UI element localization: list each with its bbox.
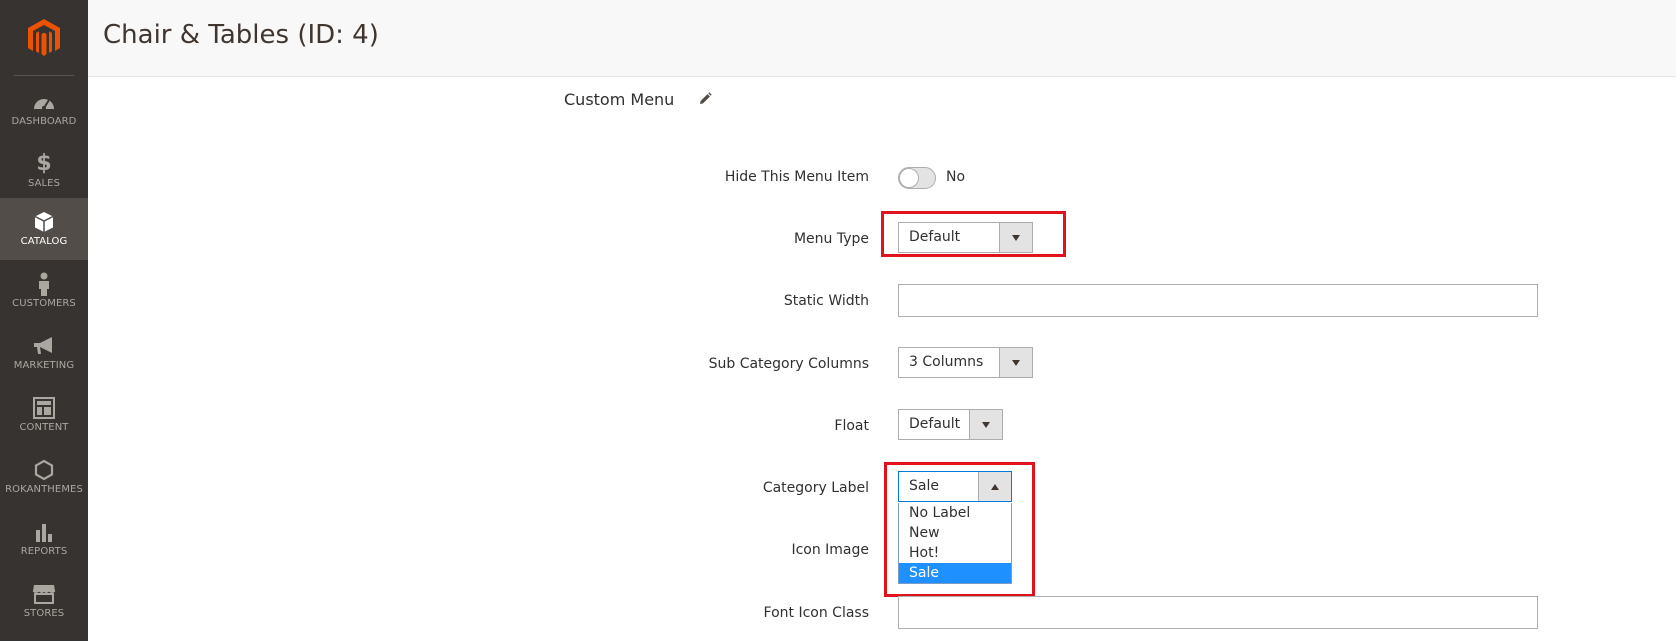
sidebar-item-label: SALES bbox=[27, 178, 61, 189]
static-width-input[interactable] bbox=[898, 284, 1538, 317]
menu-type-label: Menu Type bbox=[793, 231, 869, 247]
dollar-icon: $ bbox=[36, 151, 52, 176]
sidebar-item-label: CONTENT bbox=[19, 422, 69, 433]
sub-category-columns-value: 3 Columns bbox=[909, 354, 984, 370]
admin-sidebar: DASHBOARD $ SALES CATALOG CUSTOMERS MARK… bbox=[0, 0, 88, 641]
option-new[interactable]: New bbox=[899, 523, 1011, 543]
icon-image-label: Icon Image bbox=[791, 542, 869, 558]
category-label-label: Category Label bbox=[762, 480, 869, 496]
sidebar-item-stores[interactable]: STORES bbox=[0, 570, 88, 632]
float-value: Default bbox=[909, 416, 961, 432]
page-title: Chair & Tables (ID: 4) bbox=[103, 20, 379, 50]
font-icon-class-input[interactable] bbox=[898, 596, 1538, 629]
page-header: Chair & Tables (ID: 4) bbox=[88, 0, 1676, 77]
sidebar-item-label: CUSTOMERS bbox=[12, 298, 76, 309]
font-icon-class-label: Font Icon Class bbox=[763, 605, 869, 621]
sidebar-item-catalog[interactable]: CATALOG bbox=[0, 198, 88, 260]
sidebar-item-dashboard[interactable]: DASHBOARD bbox=[0, 78, 88, 140]
chevron-up-icon bbox=[978, 472, 1011, 501]
float-select[interactable]: Default bbox=[898, 409, 1003, 440]
sidebar-item-customers[interactable]: CUSTOMERS bbox=[0, 260, 88, 322]
pencil-icon[interactable] bbox=[698, 92, 712, 111]
sidebar-item-label: STORES bbox=[23, 608, 65, 619]
sidebar-item-label: ROKANTHEMES bbox=[5, 484, 83, 495]
bar-chart-icon bbox=[34, 521, 54, 543]
sidebar-item-reports[interactable]: REPORTS bbox=[0, 508, 88, 570]
category-label-options-list: No Label New Hot! Sale bbox=[898, 503, 1012, 584]
hexagon-icon bbox=[34, 459, 54, 481]
hide-menu-item-toggle[interactable] bbox=[898, 167, 936, 189]
sidebar-item-rokanthemes[interactable]: ROKANTHEMES bbox=[0, 446, 88, 508]
static-width-label: Static Width bbox=[783, 293, 869, 309]
option-hot[interactable]: Hot! bbox=[899, 543, 1011, 563]
magento-logo-icon bbox=[28, 19, 60, 56]
category-label-select[interactable]: Sale bbox=[898, 471, 1012, 502]
box-icon bbox=[34, 211, 54, 233]
sidebar-item-label: REPORTS bbox=[20, 546, 68, 557]
hide-menu-item-value: No bbox=[946, 169, 966, 185]
megaphone-icon bbox=[32, 335, 56, 357]
hide-menu-item-label: Hide This Menu Item bbox=[724, 169, 869, 185]
float-label: Float bbox=[834, 418, 869, 434]
sub-category-columns-select[interactable]: 3 Columns bbox=[898, 347, 1033, 378]
sidebar-item-sales[interactable]: $ SALES bbox=[0, 140, 88, 202]
section-title: Custom Menu bbox=[564, 90, 675, 109]
toggle-knob bbox=[899, 168, 919, 188]
dashboard-icon bbox=[32, 91, 56, 113]
sub-category-columns-label: Sub Category Columns bbox=[708, 356, 869, 372]
sidebar-item-label: CATALOG bbox=[20, 236, 68, 247]
logo-divider bbox=[14, 75, 74, 76]
chevron-down-icon bbox=[999, 348, 1032, 377]
layout-icon bbox=[33, 397, 55, 419]
sidebar-item-label: DASHBOARD bbox=[11, 116, 77, 127]
sidebar-item-content[interactable]: CONTENT bbox=[0, 384, 88, 446]
menu-type-value: Default bbox=[909, 229, 961, 245]
menu-type-select[interactable]: Default bbox=[898, 222, 1033, 253]
option-sale[interactable]: Sale bbox=[899, 563, 1011, 583]
sidebar-item-label: MARKETING bbox=[13, 360, 75, 371]
person-icon bbox=[37, 272, 51, 296]
category-label-value: Sale bbox=[909, 478, 939, 494]
magento-logo[interactable] bbox=[0, 0, 88, 76]
chevron-down-icon bbox=[969, 410, 1002, 439]
store-icon bbox=[32, 583, 56, 605]
chevron-down-icon bbox=[999, 223, 1032, 252]
option-no-label[interactable]: No Label bbox=[899, 503, 1011, 523]
sidebar-item-marketing[interactable]: MARKETING bbox=[0, 322, 88, 384]
